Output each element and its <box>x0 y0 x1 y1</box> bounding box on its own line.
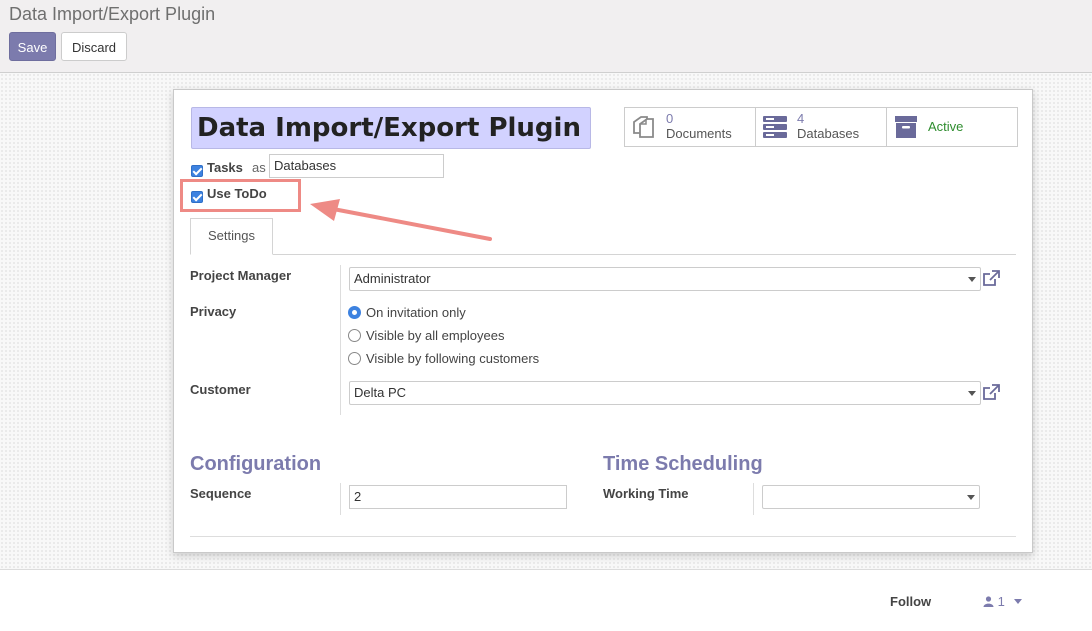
tab-settings[interactable]: Settings <box>190 218 273 255</box>
chevron-down-icon <box>968 277 976 282</box>
discard-button[interactable]: Discard <box>61 32 127 61</box>
user-icon <box>983 596 994 607</box>
project-name-input[interactable]: Data Import/Export Plugin <box>191 107 591 149</box>
project-manager-value: Administrator <box>354 271 431 286</box>
breadcrumb[interactable]: Data Import/Export Plugin <box>9 4 215 25</box>
databases-stat-button[interactable]: 4 Databases <box>756 108 887 146</box>
active-label: Active <box>928 119 964 134</box>
documents-count: 0 <box>666 111 674 126</box>
privacy-option-label: On invitation only <box>366 305 466 320</box>
sheet-bottom-divider <box>190 536 1016 537</box>
external-link-icon[interactable] <box>982 269 1001 288</box>
documents-stat-button[interactable]: 0 Documents <box>625 108 756 146</box>
label-separator <box>340 265 341 415</box>
documents-label: Documents <box>666 126 732 141</box>
external-link-icon[interactable] <box>982 383 1001 402</box>
databases-count: 4 <box>797 111 805 126</box>
database-server-icon <box>763 116 787 138</box>
project-manager-select[interactable]: Administrator <box>349 267 981 291</box>
customer-select[interactable]: Delta PC <box>349 381 981 405</box>
project-manager-label: Project Manager <box>190 268 292 283</box>
privacy-radio-employees[interactable] <box>348 329 361 342</box>
working-time-label: Working Time <box>603 486 689 501</box>
chevron-down-icon <box>968 391 976 396</box>
databases-label: Databases <box>797 126 860 141</box>
documents-icon <box>633 116 654 138</box>
use-todo-label: Use ToDo <box>207 186 267 201</box>
chevron-down-icon <box>1014 599 1023 604</box>
tasks-checkbox[interactable] <box>191 165 203 177</box>
chevron-down-icon <box>967 495 975 500</box>
label-separator <box>340 483 341 515</box>
save-button[interactable]: Save <box>9 32 56 61</box>
form-sheet: Data Import/Export Plugin 0 Documents 4 … <box>173 89 1033 553</box>
control-panel: Data Import/Export Plugin Save Discard <box>0 0 1092 73</box>
sequence-label: Sequence <box>190 486 252 501</box>
time-scheduling-heading: Time Scheduling <box>603 453 763 475</box>
privacy-radio-invitation[interactable] <box>348 306 361 319</box>
follow-button[interactable]: Follow <box>890 594 931 609</box>
privacy-option-label: Visible by all employees <box>366 328 505 343</box>
customer-label: Customer <box>190 382 251 397</box>
configuration-heading: Configuration <box>190 453 322 475</box>
active-toggle-button[interactable]: Active <box>887 108 1017 146</box>
privacy-label: Privacy <box>190 304 237 319</box>
as-label: as <box>252 160 266 175</box>
sequence-input[interactable]: 2 <box>349 485 567 509</box>
use-todo-checkbox[interactable] <box>191 191 203 203</box>
tasks-alias-input[interactable]: Databases <box>269 154 444 178</box>
label-separator <box>753 483 754 515</box>
stat-buttons: 0 Documents 4 Databases Active <box>624 107 1018 147</box>
followers-count: 1 <box>997 594 1005 609</box>
annotation-arrow-icon <box>310 199 492 241</box>
tab-divider <box>190 254 1016 255</box>
followers-dropdown[interactable]: 1 <box>983 594 1023 609</box>
privacy-option-label: Visible by following customers <box>366 351 540 366</box>
privacy-radio-customers[interactable] <box>348 352 361 365</box>
tasks-label: Tasks <box>207 160 243 175</box>
working-time-select[interactable] <box>762 485 980 509</box>
archive-icon <box>895 116 917 138</box>
customer-value: Delta PC <box>354 385 407 400</box>
